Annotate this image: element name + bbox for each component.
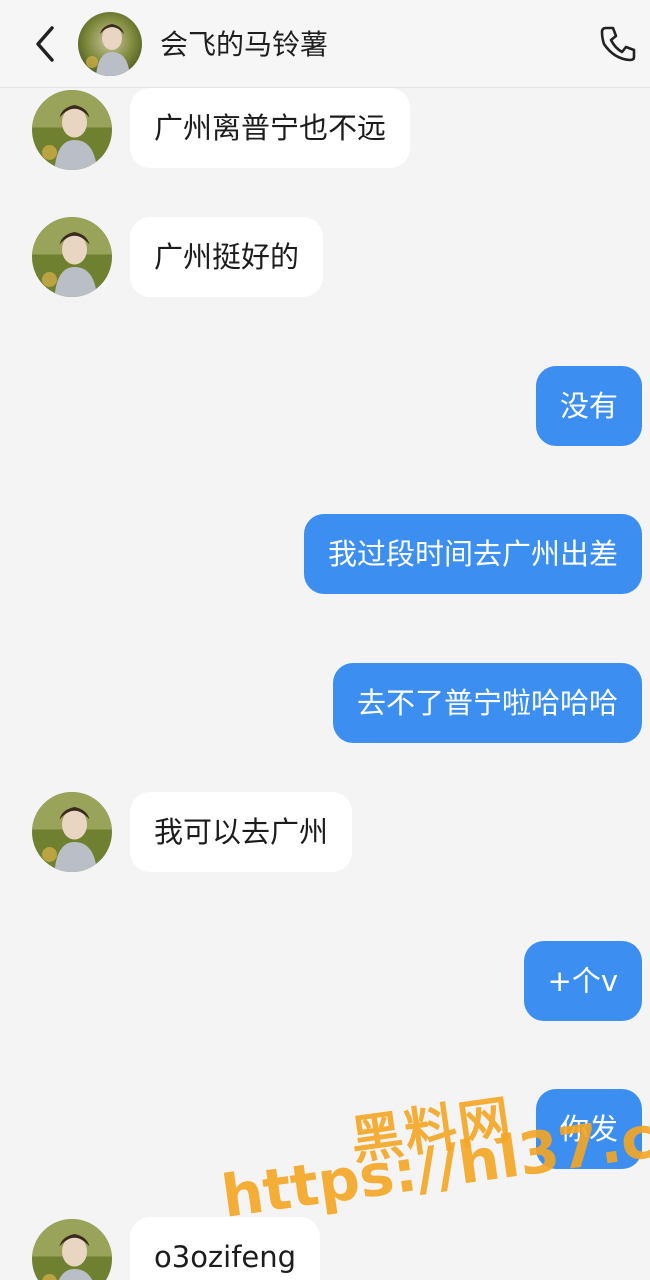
avatar-photo (78, 12, 142, 76)
message-bubble[interactable]: 去不了普宁啦哈哈哈 (332, 663, 642, 743)
message-bubble[interactable]: o3ozifeng (130, 1217, 321, 1280)
watermark-text: 黑料网 (347, 1089, 517, 1172)
avatar-photo (32, 217, 112, 297)
message-bubble[interactable]: 你发 (535, 1089, 642, 1169)
message-bubble[interactable]: 我可以去广州 (130, 792, 353, 872)
message-bubble[interactable]: 我过段时间去广州出差 (303, 514, 642, 594)
contact-name: 会飞的马铃薯 (160, 28, 329, 61)
avatar-photo (32, 90, 112, 170)
back-button[interactable] (28, 22, 64, 66)
sender-avatar[interactable] (32, 792, 112, 872)
voice-call-button[interactable] (596, 22, 640, 66)
sender-avatar[interactable] (32, 90, 112, 170)
chevron-left-icon (36, 26, 54, 62)
message-bubble[interactable]: 没有 (535, 366, 642, 446)
message-bubble[interactable]: +个v (523, 941, 642, 1021)
message-bubble[interactable]: 广州挺好的 (130, 217, 324, 297)
contact-avatar[interactable] (78, 12, 142, 76)
chat-header: 会飞的马铃薯 (0, 0, 650, 88)
sender-avatar[interactable] (32, 217, 112, 297)
sender-avatar[interactable] (32, 1219, 112, 1280)
chat-screen: 会飞的马铃薯 广州离普宁也不远 广州挺好的 没有 我过段时间去广州出差 去不了普… (0, 0, 650, 1280)
phone-icon (600, 26, 636, 62)
avatar-photo (32, 792, 112, 872)
message-bubble[interactable]: 广州离普宁也不远 (130, 88, 411, 168)
avatar-photo (32, 1219, 112, 1280)
